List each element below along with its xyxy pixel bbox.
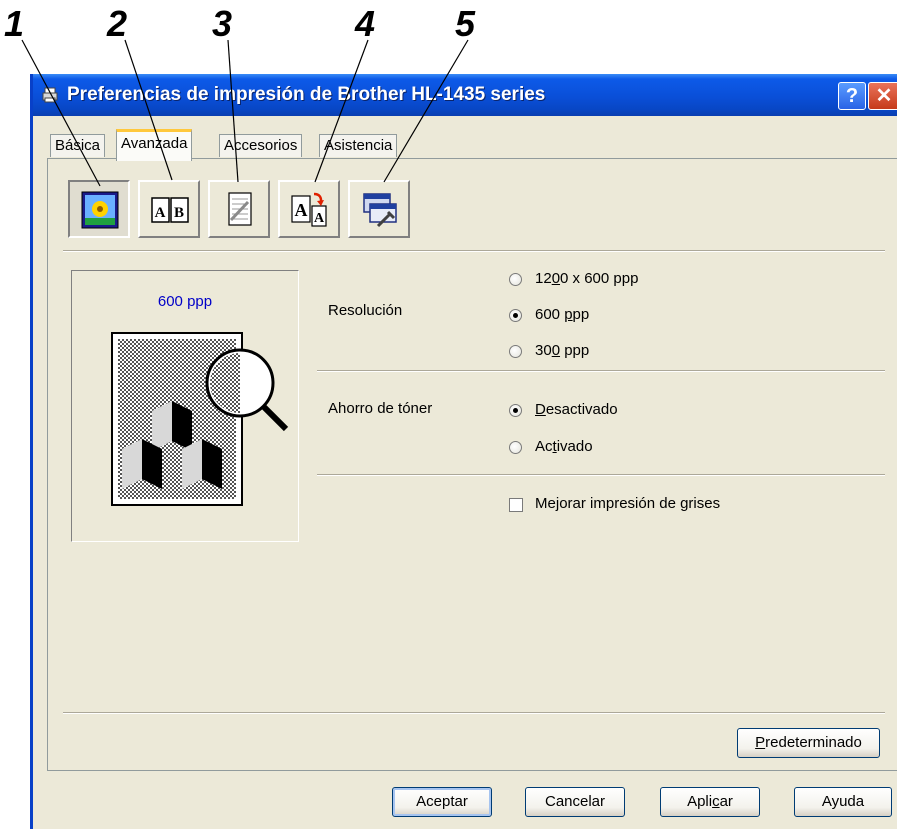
resolution-300-label: 300 ppp <box>535 342 590 359</box>
resolution-1200-label: 1200 x 600 ppp <box>535 270 639 287</box>
callout-1: 1 <box>4 3 25 44</box>
print-preferences-dialog: Preferencias de impresión de Brother HL-… <box>30 74 897 829</box>
svg-text:A: A <box>314 211 325 226</box>
preview-caption: 600 ppp <box>157 293 213 310</box>
toner-save-off-radio[interactable] <box>509 404 522 417</box>
callout-3: 3 <box>212 3 233 44</box>
watermark-icon <box>228 192 252 226</box>
improve-gray-label: Mejorar impresión de grises <box>535 495 721 512</box>
resolution-label: Resolución <box>328 302 403 319</box>
tab-asistencia[interactable]: Asistencia <box>319 134 398 157</box>
cancel-button[interactable]: Cancelar <box>525 787 625 817</box>
ok-button[interactable]: Aceptar <box>392 787 492 817</box>
toolbar-separator <box>63 250 885 252</box>
tab-basica[interactable]: Básica <box>50 134 106 157</box>
resolution-300-radio[interactable] <box>509 345 522 358</box>
device-options-icon <box>363 193 397 228</box>
callout-5: 5 <box>455 3 476 44</box>
svg-text:B: B <box>174 205 184 221</box>
tab-avanzada[interactable]: Avanzada <box>116 129 193 161</box>
bottom-separator <box>63 712 885 714</box>
title-bar[interactable]: Preferencias de impresión de Brother HL-… <box>33 74 897 116</box>
apply-button[interactable]: Aplicar <box>660 787 760 817</box>
close-button[interactable]: ✕ <box>868 82 897 110</box>
resolution-1200-radio[interactable] <box>509 273 522 286</box>
page-setting-icon: A A <box>291 192 327 227</box>
device-options-button[interactable] <box>348 180 410 238</box>
default-button[interactable]: Predeterminado <box>737 728 880 758</box>
toner-save-on-label: Activado <box>535 438 593 455</box>
resolution-600-radio[interactable] <box>509 309 522 322</box>
preview-box: 600 ppp <box>71 270 299 542</box>
toner-save-on-radio[interactable] <box>509 441 522 454</box>
help-title-button[interactable]: ? <box>838 82 866 110</box>
svg-text:A: A <box>295 200 308 220</box>
toner-save-label: Ahorro de tóner <box>328 400 433 417</box>
toner-save-off-label: Desactivado <box>535 401 618 418</box>
help-button[interactable]: Ayuda <box>794 787 892 817</box>
watermark-button[interactable] <box>208 180 270 238</box>
duplex-print-button[interactable]: A B <box>138 180 200 238</box>
svg-text:A: A <box>155 205 166 221</box>
toner-separator <box>317 474 885 476</box>
print-quality-button[interactable] <box>68 180 130 238</box>
resolution-600-label: 600 ppp <box>535 306 590 323</box>
tab-accesorios[interactable]: Accesorios <box>219 134 303 157</box>
printer-icon <box>42 87 58 103</box>
callout-2: 2 <box>107 3 128 44</box>
resolution-separator <box>317 370 885 372</box>
page-setting-button[interactable]: A A <box>278 180 340 238</box>
print-quality-icon <box>81 191 119 229</box>
callout-4: 4 <box>355 3 376 44</box>
duplex-print-icon: A B <box>151 197 189 223</box>
improve-gray-checkbox[interactable] <box>509 498 523 512</box>
window-title: Preferencias de impresión de Brother HL-… <box>67 84 546 105</box>
resolution-preview-icon <box>111 332 289 506</box>
